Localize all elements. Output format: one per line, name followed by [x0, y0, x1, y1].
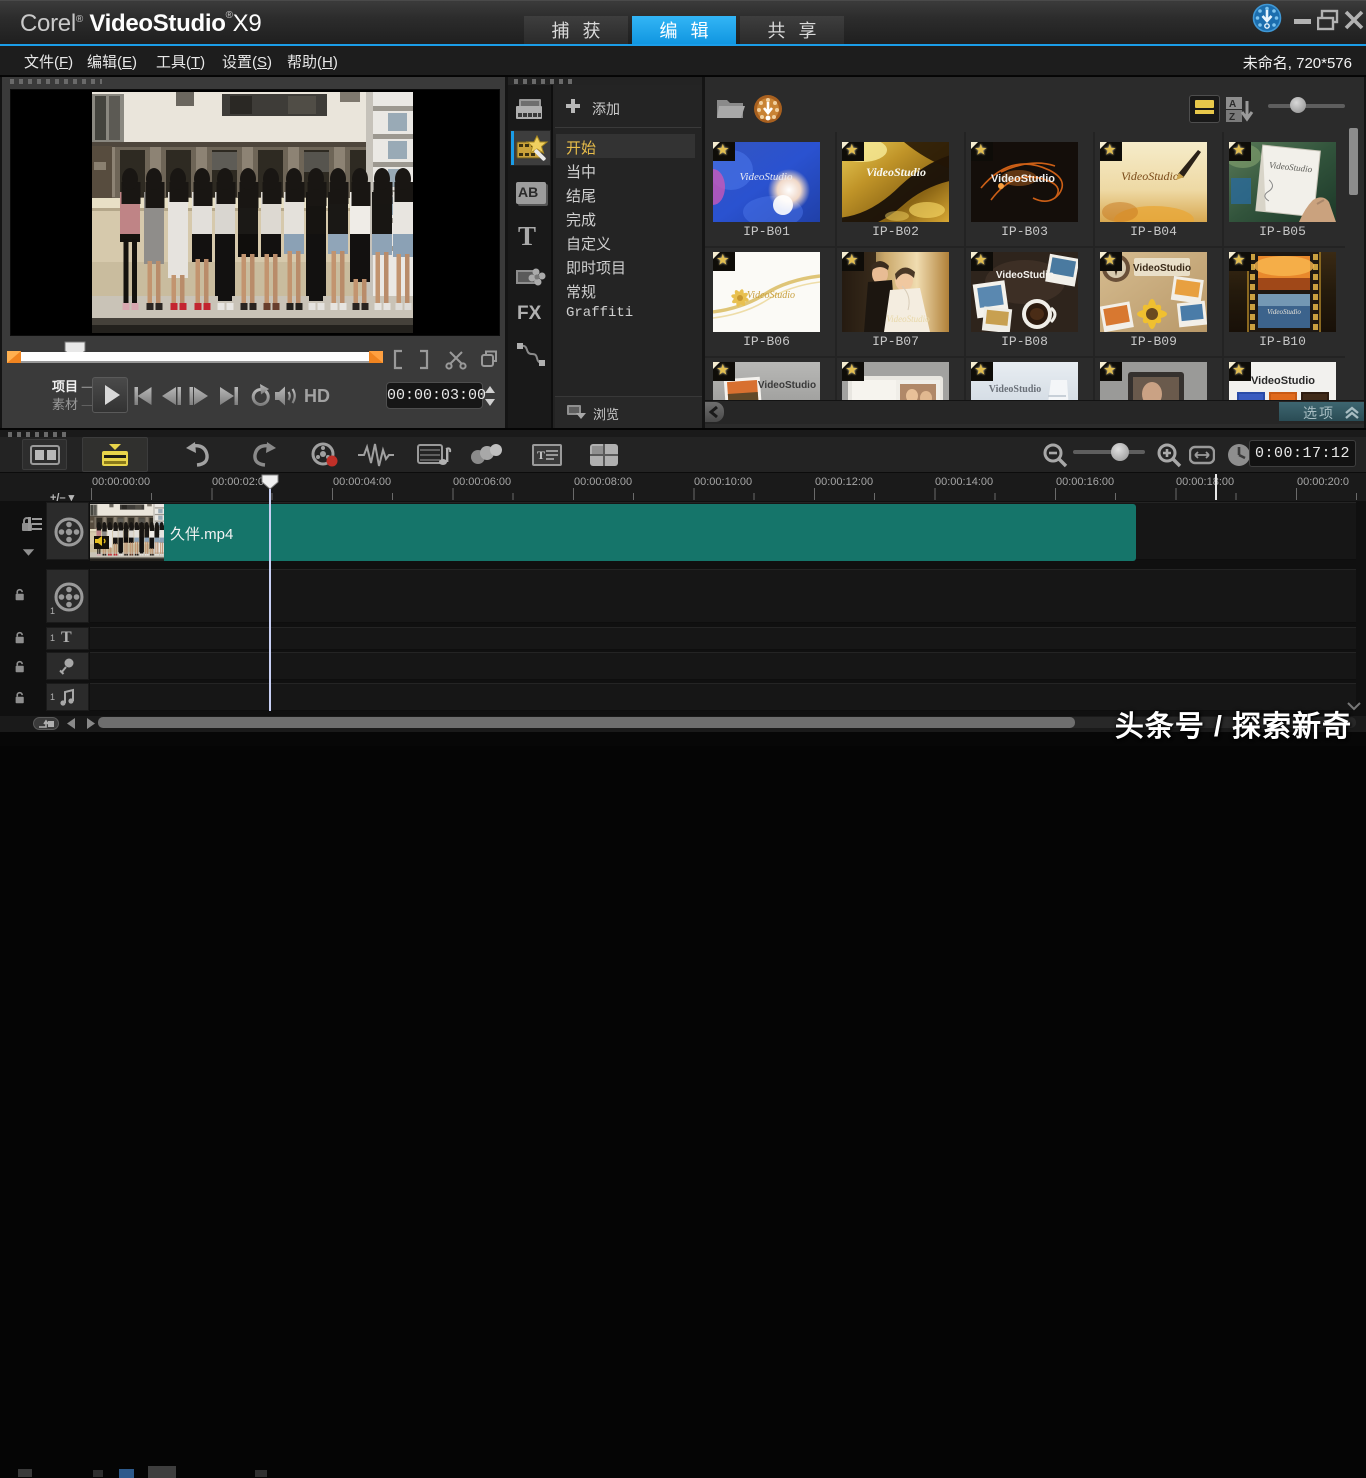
svg-text:Z: Z — [1229, 112, 1235, 123]
svg-text:00:00:14:00: 00:00:14:00 — [935, 476, 993, 488]
svg-text:00:00:20:0: 00:00:20:0 — [1297, 476, 1349, 488]
svg-text:T: T — [537, 448, 545, 462]
svg-text:00:00:12:00: 00:00:12:00 — [815, 476, 873, 488]
svg-text:00:00:16:00: 00:00:16:00 — [1056, 476, 1114, 488]
svg-text:A: A — [1229, 99, 1236, 110]
svg-text:00:00:08:00: 00:00:08:00 — [574, 476, 632, 488]
svg-text:00:00:00:00: 00:00:00:00 — [92, 476, 150, 488]
svg-text:00:00:04:00: 00:00:04:00 — [333, 476, 391, 488]
svg-text:00:00:18:00: 00:00:18:00 — [1176, 476, 1234, 488]
svg-text:00:00:06:00: 00:00:06:00 — [453, 476, 511, 488]
svg-text:00:00:10:00: 00:00:10:00 — [694, 476, 752, 488]
